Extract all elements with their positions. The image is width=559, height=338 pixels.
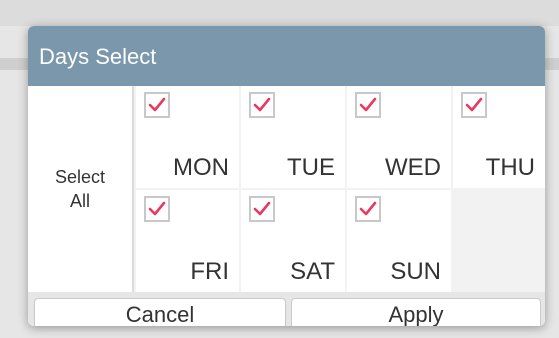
check-icon [359,201,377,216]
checkbox [355,92,381,118]
empty-cell [453,190,545,292]
day-checkbox-wed[interactable]: WED [347,86,451,188]
check-icon [465,97,483,112]
cancel-button[interactable]: Cancel [34,298,286,326]
check-icon [148,201,166,216]
day-checkbox-sun[interactable]: SUN [347,190,451,292]
day-label: WED [385,154,441,181]
checkbox [144,92,170,118]
days-select-dialog: Days Select Select All MON TUE WED THU F… [28,26,545,326]
dialog-header: Days Select [28,26,545,86]
apply-button[interactable]: Apply [291,298,541,326]
checkbox [461,92,487,118]
day-checkbox-mon[interactable]: MON [136,86,239,188]
day-checkbox-thu[interactable]: THU [453,86,545,188]
select-all-label: Select All [54,167,106,211]
check-icon [359,97,377,112]
select-all-button[interactable]: Select All [28,86,134,292]
day-checkbox-fri[interactable]: FRI [136,190,239,292]
dialog-title: Days Select [39,44,157,69]
checkbox [249,196,275,222]
day-label: TUE [287,154,335,181]
check-icon [253,97,271,112]
check-icon [253,201,271,216]
day-label: SAT [290,258,335,285]
checkbox [355,196,381,222]
check-icon [148,97,166,112]
days-grid: Select All MON TUE WED THU FRI SAT SUN [28,86,545,292]
day-label: FRI [190,258,229,285]
day-label: MON [173,154,229,181]
day-checkbox-sat[interactable]: SAT [241,190,345,292]
day-label: SUN [390,258,441,285]
checkbox [249,92,275,118]
dialog-footer: Cancel Apply [28,292,545,326]
day-label: THU [485,154,535,181]
background-top [0,0,559,26]
day-checkbox-tue[interactable]: TUE [241,86,345,188]
checkbox [144,196,170,222]
